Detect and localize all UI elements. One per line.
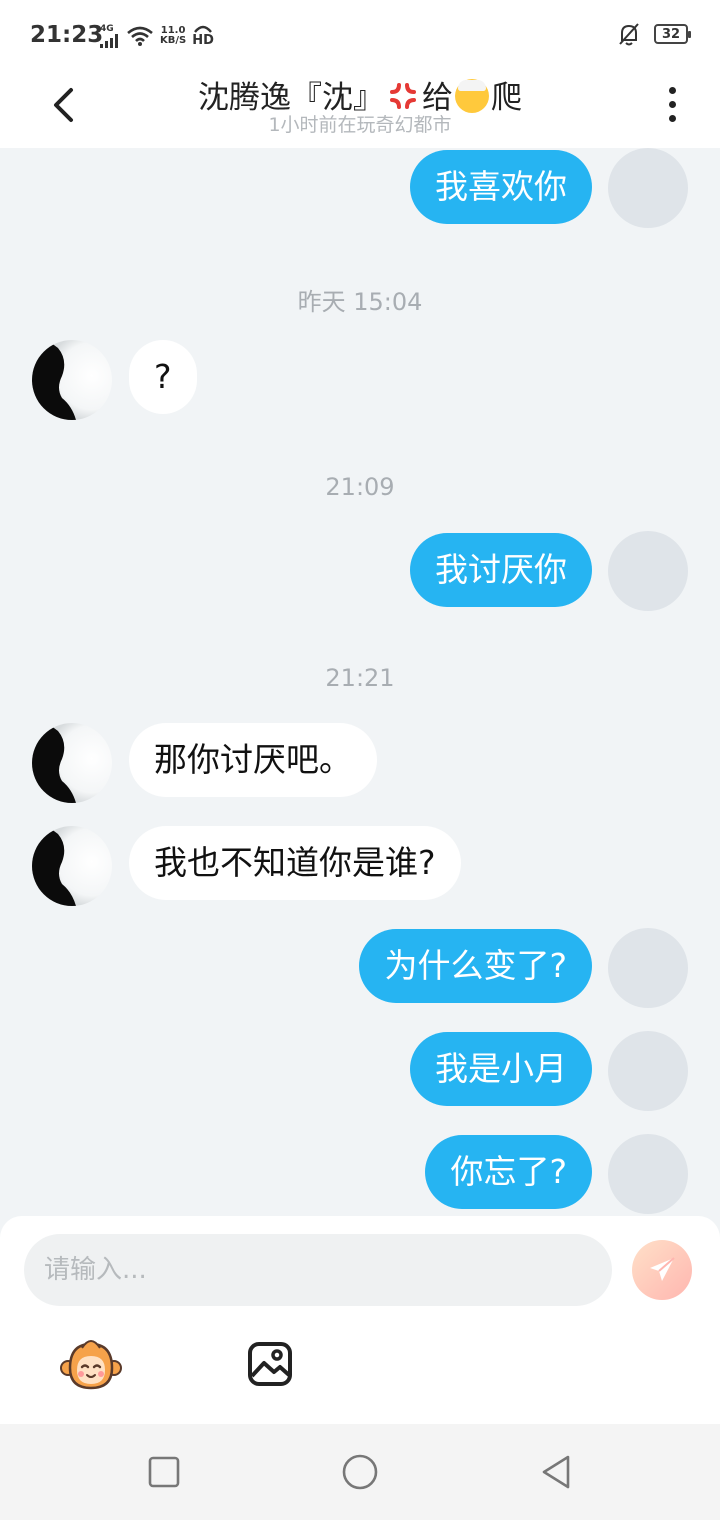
more-dot — [668, 114, 676, 122]
battery-indicator: 32 — [654, 24, 691, 44]
phone-icon — [194, 25, 212, 33]
chat-messages[interactable]: 我喜欢你 昨天 15:04 ? 21:09 我讨厌你 21:21 那你讨厌吧。 … — [0, 148, 720, 1216]
self-avatar[interactable] — [608, 1031, 688, 1111]
image-icon — [248, 1342, 292, 1386]
message-bubble-incoming[interactable]: 我也不知道你是谁? — [129, 826, 461, 900]
silhouette-icon — [32, 340, 76, 420]
old-man-emoji-icon — [455, 79, 489, 113]
more-button[interactable] — [652, 82, 692, 126]
triangle-back-icon[interactable] — [536, 1452, 576, 1492]
message-bubble-outgoing[interactable]: 我喜欢你 — [410, 150, 592, 224]
status-right: 32 — [618, 22, 691, 46]
speed-unit: KB/S — [160, 35, 187, 46]
contact-avatar[interactable] — [32, 340, 112, 420]
chat-header: 沈腾逸『沈』 给爬 1小时前在玩奇幻都市 — [0, 70, 720, 148]
square-icon[interactable] — [144, 1452, 184, 1492]
system-nav-bar — [0, 1424, 720, 1520]
image-button[interactable] — [246, 1340, 294, 1388]
message-bubble-outgoing[interactable]: 你忘了? — [425, 1135, 592, 1209]
message-bubble-outgoing[interactable]: 我讨厌你 — [410, 533, 592, 607]
message-input[interactable] — [24, 1234, 612, 1306]
self-avatar[interactable] — [608, 928, 688, 1008]
timestamp: 昨天 15:04 — [297, 288, 423, 316]
contact-avatar[interactable] — [32, 826, 112, 906]
self-avatar[interactable] — [608, 531, 688, 611]
status-time: 21:23 — [30, 22, 104, 48]
timestamp: 21:09 — [325, 473, 395, 501]
message-bubble-incoming[interactable]: 那你讨厌吧。 — [129, 723, 377, 797]
more-vertical-icon — [668, 86, 676, 94]
wifi-icon — [127, 26, 153, 46]
net-speed: 11.0 KB/S — [160, 26, 186, 46]
send-button[interactable] — [632, 1240, 692, 1300]
status-icons: 4G 11.0 KB/S HD — [100, 22, 214, 50]
silhouette-icon — [32, 723, 76, 803]
more-dot — [668, 100, 676, 108]
anger-emoji-icon — [390, 83, 416, 109]
self-avatar[interactable] — [608, 1134, 688, 1214]
signal-icon — [100, 33, 118, 48]
signal-group: 4G — [100, 23, 120, 48]
hd-label: HD — [192, 32, 214, 48]
paper-plane-icon — [650, 1257, 675, 1281]
message-bubble-incoming[interactable]: ? — [129, 340, 197, 414]
chat-subtitle: 1小时前在玩奇幻都市 — [268, 114, 452, 136]
message-bubble-outgoing[interactable]: 我是小月 — [410, 1032, 592, 1106]
message-bubble-outgoing[interactable]: 为什么变了? — [359, 929, 592, 1003]
monkey-mascot-icon — [60, 1340, 122, 1390]
self-avatar[interactable] — [608, 148, 688, 228]
silhouette-icon — [32, 826, 76, 906]
input-panel — [0, 1216, 720, 1424]
status-bar: 21:23 4G 11.0 KB/S HD 32 — [0, 0, 720, 70]
circle-icon[interactable] — [340, 1452, 380, 1492]
emoji-button[interactable] — [60, 1334, 122, 1396]
timestamp: 21:21 — [325, 664, 395, 692]
hd-group: HD — [192, 25, 214, 48]
network-type: 4G — [100, 23, 114, 34]
bell-muted-icon — [619, 23, 639, 46]
contact-avatar[interactable] — [32, 723, 112, 803]
